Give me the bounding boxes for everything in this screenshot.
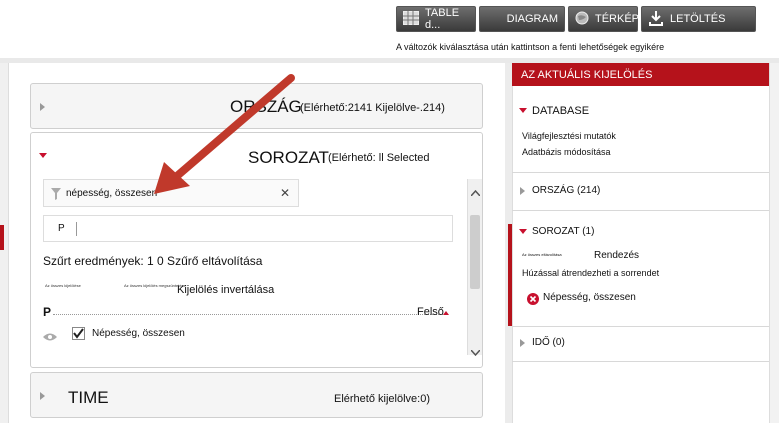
search-value: P: [58, 223, 65, 234]
download-button[interactable]: LETÖLTÉS: [641, 6, 756, 32]
current-selection-header: AZ AKTUÁLIS KIJELÖLÉS: [512, 63, 769, 86]
results-text[interactable]: Szűrt eredmények: 1 0 Szűrő eltávolítása: [43, 254, 262, 268]
time-summary[interactable]: IDŐ (0): [532, 337, 565, 348]
country-summary[interactable]: ORSZÁG (214): [532, 185, 600, 196]
sort-link[interactable]: Rendezés: [594, 250, 639, 261]
expand-icon[interactable]: [40, 392, 45, 400]
download-icon: [648, 10, 664, 29]
filter-icon: [51, 187, 61, 205]
table-button[interactable]: TABLE d...: [396, 6, 476, 32]
time-panel[interactable]: TIME Elérhető kijelölve:0): [30, 372, 483, 418]
divider: [512, 172, 769, 173]
expand-icon[interactable]: [40, 103, 45, 111]
scroll-down-icon[interactable]: [470, 343, 481, 361]
database-name: Világfejlesztési mutatók: [522, 131, 616, 141]
map-button-label: TÉRKÉP: [595, 13, 640, 25]
up-arrow-icon[interactable]: [443, 311, 449, 315]
drag-hint: Húzással átrendezheti a sorrendet: [522, 268, 660, 278]
table-icon: [403, 10, 419, 28]
right-scroll-edge: [769, 63, 779, 423]
time-panel-title: TIME: [68, 388, 109, 407]
time-panel-stats: Elérhető kijelölve:0): [334, 393, 430, 405]
eye-icon[interactable]: [43, 329, 57, 347]
divider: [512, 210, 769, 211]
collapse-icon[interactable]: [39, 153, 47, 158]
scrollbar[interactable]: [467, 179, 482, 357]
active-section-indicator: [508, 224, 512, 326]
time-expand-icon[interactable]: [520, 339, 525, 347]
country-expand-icon[interactable]: [520, 187, 525, 195]
series-collapse-icon[interactable]: [519, 229, 527, 234]
remove-all-link[interactable]: Az összes eltávolítása: [522, 252, 562, 257]
database-label[interactable]: DATABASE: [532, 105, 589, 117]
map-button[interactable]: TÉRKÉP: [568, 6, 640, 32]
diagram-button-label: DIAGRAM: [506, 13, 558, 25]
group-divider: [53, 314, 443, 315]
diagram-button[interactable]: DIAGRAM: [479, 6, 565, 32]
scroll-up-icon[interactable]: [470, 183, 481, 201]
item-label: Népesség, összesen: [92, 328, 185, 339]
download-button-label: LETÖLTÉS: [670, 13, 726, 25]
check-icon: [73, 328, 84, 339]
remove-item-icon[interactable]: [527, 292, 539, 310]
selected-series-item[interactable]: Népesség, összesen: [543, 292, 636, 303]
divider: [512, 361, 769, 362]
change-database-link[interactable]: Adatbázis módosítása: [522, 147, 611, 157]
database-collapse-icon[interactable]: [519, 108, 527, 113]
top-link[interactable]: Felső: [417, 306, 444, 318]
table-button-label: TABLE d...: [425, 7, 460, 31]
item-checkbox[interactable]: [72, 327, 85, 340]
scroll-thumb[interactable]: [470, 215, 480, 289]
group-letter: P: [43, 305, 52, 319]
search-input[interactable]: P: [43, 215, 453, 242]
select-all-link[interactable]: Az összes kijelölése: [45, 283, 81, 288]
country-panel-stats: (Elérhető:2141 Kijelölve-.214): [300, 102, 445, 114]
globe-icon: [575, 11, 589, 28]
active-indicator: [0, 225, 4, 250]
toolbar-hint: A változók kiválasztása után kattintson …: [396, 42, 665, 52]
series-panel-stats: (Elérhető: ll Selected: [328, 152, 430, 164]
text-cursor: [76, 222, 77, 236]
series-summary[interactable]: SOROZAT (1): [532, 226, 594, 237]
annotation-arrow: [154, 74, 295, 194]
divider: [512, 326, 769, 327]
invert-selection-link[interactable]: Kijelölés invertálása: [177, 284, 274, 296]
filter-value: népesség, összesen: [66, 188, 158, 199]
